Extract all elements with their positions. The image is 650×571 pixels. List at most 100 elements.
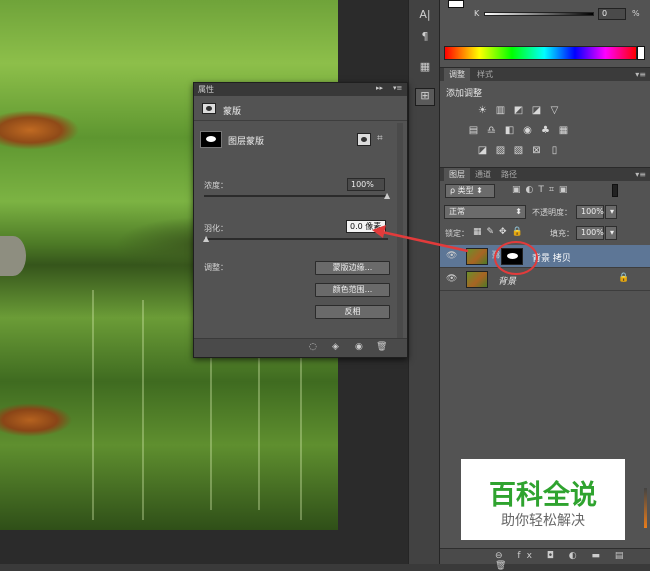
properties-panel-icon[interactable]: ⊞: [415, 88, 435, 106]
adjustments-tabbar: 调整 样式 ▾≡: [440, 67, 650, 82]
color-range-button[interactable]: 颜色范围...: [315, 283, 390, 297]
layers-tabbar: 图层 通道 路径 ▾≡: [440, 167, 650, 182]
fill-arrow[interactable]: ▾: [605, 226, 617, 240]
watermark-subtitle: 助你轻松解决: [501, 513, 585, 529]
layer-mask-label: 图层蒙版: [228, 137, 265, 147]
layer-name[interactable]: 背景: [498, 274, 516, 287]
tab-adjustments[interactable]: 调整: [444, 68, 470, 82]
invert-icon[interactable]: ◪: [477, 145, 488, 156]
collapse-icon[interactable]: ▸▸: [376, 84, 383, 92]
levels-icon[interactable]: ▥: [495, 105, 506, 116]
properties-footer: ◌ ◈ ◉ 🗑: [194, 338, 407, 357]
layer-name[interactable]: 背景 拷贝: [532, 251, 571, 264]
layer-row-background[interactable]: 👁 背景 🔒: [440, 268, 650, 291]
density-slider[interactable]: [204, 195, 388, 197]
apply-mask-icon[interactable]: ◈: [332, 342, 339, 352]
lock-icons[interactable]: ▦✎✥🔒: [473, 227, 528, 237]
blend-mode-dropdown[interactable]: 正常 ⬍: [444, 205, 526, 219]
layer-thumbnail[interactable]: [466, 271, 488, 288]
tool-preset-icon[interactable]: ▦: [417, 60, 433, 74]
lock-label: 锁定：: [445, 229, 469, 238]
layers-menu-icon[interactable]: ▾≡: [635, 170, 646, 179]
k-slider[interactable]: [484, 12, 594, 16]
mask-edge-button[interactable]: 蒙版边缘...: [315, 261, 390, 275]
color-ramp[interactable]: [444, 46, 637, 60]
chain-icon[interactable]: ⛓: [491, 250, 501, 259]
adjust-label: 调整：: [204, 263, 228, 272]
chevron-down-icon: ⬍: [515, 207, 522, 216]
vibrance-icon[interactable]: ▽: [549, 105, 560, 116]
blend-mode-label: 正常: [449, 207, 465, 216]
black-white-icon[interactable]: ◧: [504, 125, 515, 136]
section-title: 蒙版: [223, 107, 242, 117]
scroll-indicator[interactable]: [644, 488, 647, 528]
feather-slider-thumb[interactable]: ▲: [203, 234, 209, 243]
k-value-field[interactable]: 0: [598, 8, 626, 20]
properties-menu-icon[interactable]: ▾≡: [393, 84, 402, 92]
opacity-field[interactable]: 100%: [576, 205, 604, 219]
foreground-color-swatch[interactable]: [448, 0, 464, 8]
mask-shape: [507, 253, 518, 259]
panel-icon-strip: A| ¶ ▦ ⊞: [408, 0, 440, 564]
color-lookup-icon[interactable]: ▦: [558, 125, 569, 136]
tab-styles[interactable]: 样式: [472, 68, 498, 82]
density-field[interactable]: 100%: [347, 178, 385, 191]
k-channel-label: K: [474, 9, 480, 18]
filter-toggle[interactable]: [612, 184, 618, 197]
density-slider-thumb[interactable]: ▲: [384, 191, 390, 200]
hue-saturation-icon[interactable]: ▤: [468, 125, 479, 136]
vector-mask-icon[interactable]: ⌗: [377, 133, 383, 144]
properties-panel: 属性 ▸▸ ▾≡ 蒙版 图层蒙版 ⌗ 浓度： 100% ▲ 羽化： 0.0 像素…: [193, 82, 408, 358]
pixel-mask-button[interactable]: [357, 133, 371, 146]
feather-slider[interactable]: [204, 238, 388, 240]
eye-icon[interactable]: 👁: [446, 251, 457, 261]
tab-layers[interactable]: 图层: [444, 168, 470, 182]
properties-header[interactable]: 属性 ▸▸ ▾≡: [194, 83, 407, 96]
layer-row-selected[interactable]: 👁 ⛓ 背景 拷贝: [440, 245, 650, 268]
character-panel-icon[interactable]: A|: [417, 8, 433, 22]
eye-icon[interactable]: 👁: [446, 274, 457, 284]
filter-icons[interactable]: ▣◐T⌗▣: [512, 185, 572, 195]
exposure-icon[interactable]: ◪: [531, 105, 542, 116]
feather-label: 羽化：: [204, 224, 228, 233]
threshold-icon[interactable]: ▧: [513, 145, 524, 156]
properties-scrollbar[interactable]: [397, 123, 403, 339]
layer-filter-dropdown[interactable]: ρ 类型 ⬍: [445, 184, 495, 198]
opacity-label: 不透明度：: [532, 208, 572, 217]
gradient-map-icon[interactable]: ⊠: [531, 145, 542, 156]
fill-label: 填充：: [550, 229, 574, 238]
tab-channels[interactable]: 通道: [470, 168, 496, 182]
channel-mixer-icon[interactable]: ♣: [540, 125, 551, 136]
reflection-streak: [142, 300, 144, 520]
watermark-badge: 百科全说 助你轻松解决: [461, 459, 625, 540]
color-balance-icon[interactable]: ♎: [486, 125, 497, 136]
filter-kind-label: ρ 类型: [450, 186, 474, 195]
tab-paths[interactable]: 路径: [496, 168, 522, 182]
density-label: 浓度：: [204, 181, 228, 190]
white-swatch[interactable]: [637, 46, 645, 60]
layers-footer: ⊖ fx ◘ ◐ ▬ ▤ 🗑: [440, 548, 650, 571]
selective-color-icon[interactable]: ▯: [549, 145, 560, 156]
properties-title: 属性: [198, 85, 214, 94]
divider: [194, 120, 407, 121]
photo-filter-icon[interactable]: ◉: [522, 125, 533, 136]
fill-field[interactable]: 100%: [576, 226, 604, 240]
opacity-arrow[interactable]: ▾: [605, 205, 617, 219]
brightness-icon[interactable]: ☀: [477, 105, 488, 116]
pasteboard-bottom: [0, 530, 408, 564]
posterize-icon[interactable]: ▨: [495, 145, 506, 156]
mask-thumbnail: [200, 131, 222, 148]
trash-icon[interactable]: 🗑: [376, 342, 387, 352]
paragraph-panel-icon[interactable]: ¶: [417, 30, 433, 44]
visibility-icon[interactable]: ◉: [355, 342, 363, 352]
layers-footer-icons[interactable]: ⊖ fx ◘ ◐ ▬ ▤ 🗑: [495, 551, 650, 571]
feather-field[interactable]: 0.0 像素: [346, 220, 386, 233]
panel-menu-icon[interactable]: ▾≡: [635, 70, 646, 79]
load-selection-icon[interactable]: ◌: [309, 342, 317, 352]
layer-thumbnail[interactable]: [466, 248, 488, 265]
mask-type-icon: [202, 103, 216, 114]
add-adjustment-label: 添加调整: [446, 89, 483, 99]
invert-button[interactable]: 反相: [315, 305, 390, 319]
layer-mask-thumbnail[interactable]: [501, 248, 523, 265]
curves-icon[interactable]: ◩: [513, 105, 524, 116]
